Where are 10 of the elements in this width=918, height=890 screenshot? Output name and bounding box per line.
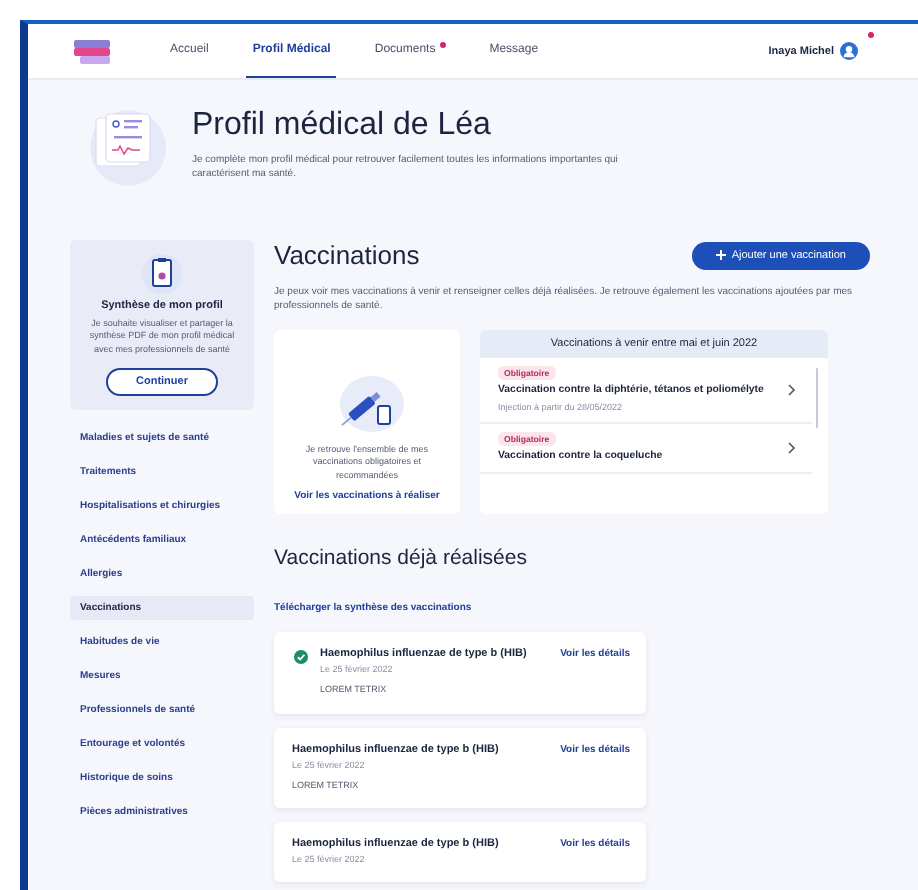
section-title: Vaccinations déjà réalisées bbox=[274, 546, 529, 570]
logo-icon[interactable] bbox=[72, 37, 112, 65]
section-title: Vaccinations bbox=[274, 240, 420, 270]
pdf-document-icon bbox=[140, 254, 184, 294]
page-title: Profil médical de Léa bbox=[192, 108, 493, 144]
plus-icon bbox=[715, 250, 726, 260]
chevron-right-icon bbox=[788, 442, 796, 455]
scrollbar[interactable] bbox=[815, 368, 818, 428]
chevron-right-icon bbox=[788, 384, 796, 397]
avatar-icon[interactable] bbox=[840, 42, 858, 60]
